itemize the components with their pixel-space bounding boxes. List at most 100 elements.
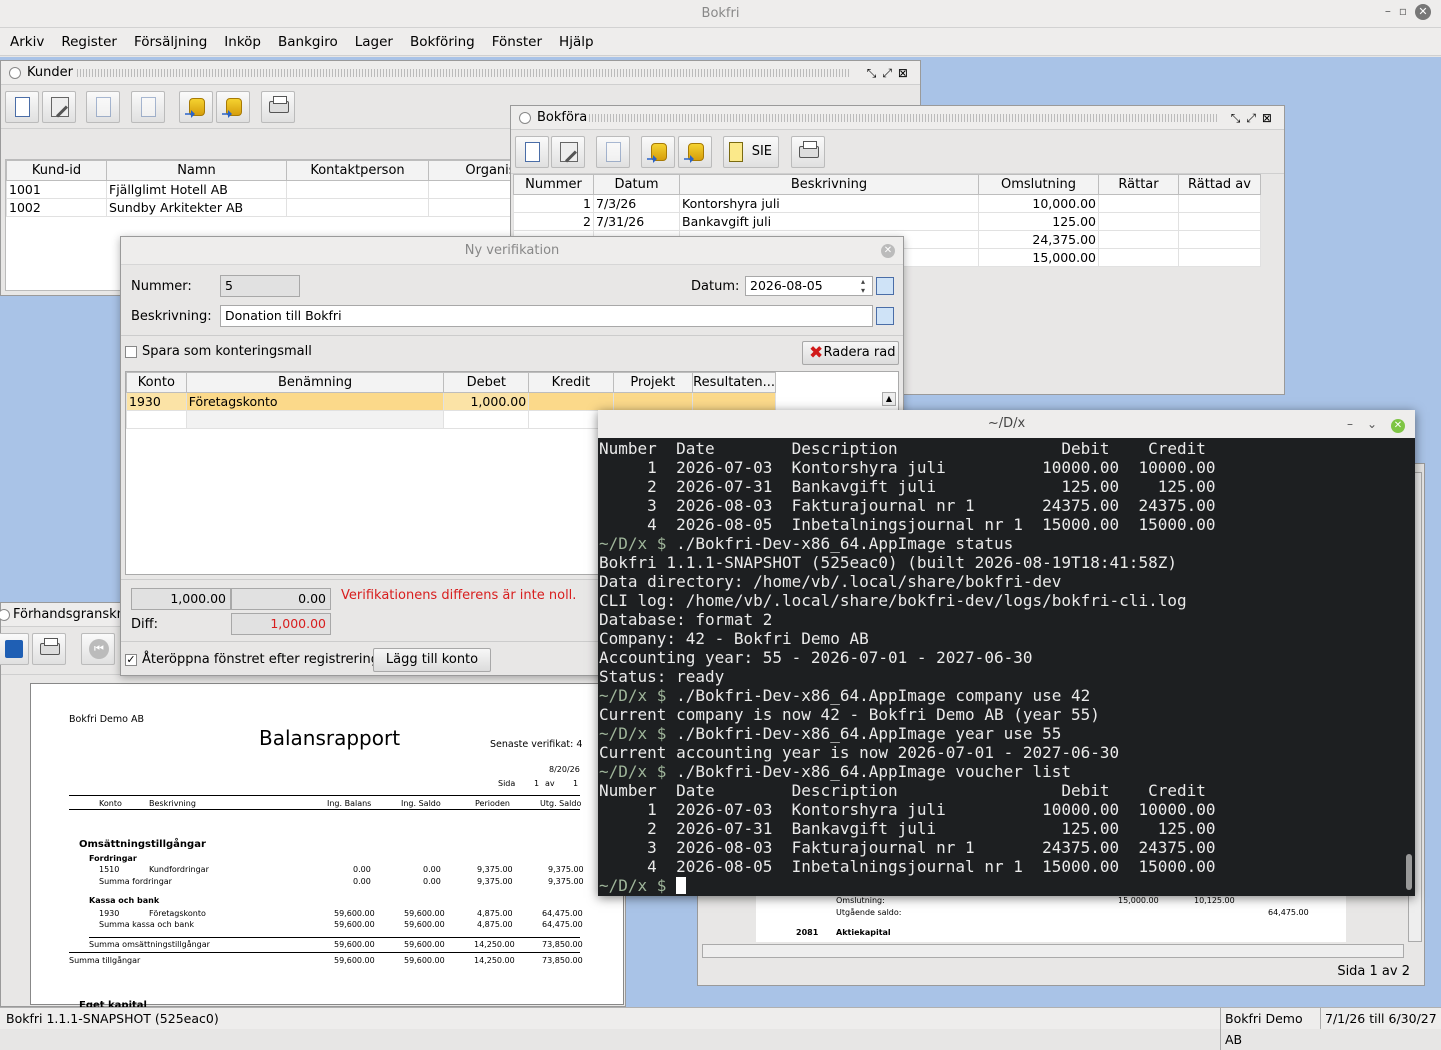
- cell[interactable]: 1930: [126, 392, 187, 411]
- lagg-till-konto-button[interactable]: Lägg till konto: [373, 648, 491, 672]
- col-rattad-av[interactable]: Rättad av: [1178, 174, 1261, 195]
- col-kredit[interactable]: Kredit: [528, 372, 614, 393]
- table-row[interactable]: 1002 Sundby Arkitekter AB: [6, 198, 566, 217]
- table-row[interactable]: 1930 Företagskonto 1,000.00: [126, 392, 776, 411]
- delete-button[interactable]: [131, 91, 165, 123]
- print-button[interactable]: [261, 91, 295, 123]
- col-datum[interactable]: Datum: [593, 174, 680, 195]
- menu-bankgiro[interactable]: Bankgiro: [268, 28, 338, 56]
- table-row[interactable]: 2 7/31/26 Bankavgift juli 125.00: [513, 212, 1261, 231]
- table-row[interactable]: 1 7/3/26 Kontorshyra juli 10,000.00: [513, 194, 1261, 213]
- window-radio-icon[interactable]: [9, 67, 21, 79]
- menu-forsaljning[interactable]: Försäljning: [124, 28, 207, 56]
- sie-button[interactable]: SIE: [723, 136, 779, 168]
- menu-register[interactable]: Register: [51, 28, 117, 56]
- col-omslutning[interactable]: Omslutning: [978, 174, 1099, 195]
- cell[interactable]: 15,000.00: [978, 248, 1099, 267]
- close-icon[interactable]: ✕: [881, 244, 895, 258]
- cell[interactable]: [126, 410, 187, 429]
- cell[interactable]: Bankavgift juli: [679, 212, 979, 231]
- radera-rad-button[interactable]: ✖ Radera rad: [802, 341, 899, 365]
- copy-button[interactable]: [86, 91, 120, 123]
- cell[interactable]: 2: [513, 212, 594, 231]
- cell[interactable]: [286, 198, 429, 217]
- export-button[interactable]: [678, 136, 712, 168]
- col-konto[interactable]: Konto: [126, 372, 187, 393]
- cell[interactable]: [1178, 230, 1261, 249]
- menu-lager[interactable]: Lager: [345, 28, 393, 56]
- maximize-icon[interactable]: ▫: [1399, 4, 1415, 18]
- terminal-controls[interactable]: –⌄ ✕: [1347, 410, 1405, 438]
- cell[interactable]: 1001: [6, 180, 107, 199]
- reopen-checkbox[interactable]: ✓: [125, 654, 137, 666]
- spara-checkbox[interactable]: [125, 346, 137, 358]
- cell[interactable]: 10,000.00: [978, 194, 1099, 213]
- print-button[interactable]: [791, 136, 825, 168]
- cell[interactable]: 24,375.00: [978, 230, 1099, 249]
- col-beskrivning[interactable]: Beskrivning: [679, 174, 979, 195]
- cell[interactable]: [1178, 194, 1261, 213]
- col-debet[interactable]: Debet: [443, 372, 530, 393]
- internal-window-controls[interactable]: ⤡⤢⊠: [1231, 106, 1278, 130]
- dialog-titlebar[interactable]: Ny verifikation ✕: [121, 237, 903, 265]
- edit-button[interactable]: [42, 91, 76, 123]
- terminal-titlebar[interactable]: ~/D/x –⌄ ✕: [598, 410, 1415, 438]
- export-button[interactable]: [216, 91, 250, 123]
- cell[interactable]: Sundby Arkitekter AB: [106, 198, 287, 217]
- cell[interactable]: [1098, 248, 1179, 267]
- new-button[interactable]: [5, 91, 39, 123]
- menu-fonster[interactable]: Fönster: [482, 28, 542, 56]
- cell[interactable]: 125.00: [978, 212, 1099, 231]
- col-kontaktperson[interactable]: Kontaktperson: [286, 160, 429, 181]
- cell[interactable]: 1002: [6, 198, 107, 217]
- cell[interactable]: [443, 410, 530, 429]
- cell[interactable]: [528, 392, 614, 411]
- calendar-icon[interactable]: [876, 277, 894, 295]
- menu-bokforing[interactable]: Bokföring: [400, 28, 475, 56]
- cell[interactable]: [1178, 212, 1261, 231]
- col-kund-id[interactable]: Kund-id: [6, 160, 107, 181]
- col-namn[interactable]: Namn: [106, 160, 287, 181]
- scroll-up-icon[interactable]: ▲: [882, 392, 896, 406]
- cell[interactable]: Fjällglimt Hotell AB: [106, 180, 287, 199]
- cell[interactable]: [612, 392, 694, 411]
- menu-hjalp[interactable]: Hjälp: [549, 28, 594, 56]
- terminal-input-line[interactable]: ~/D/x $: [599, 876, 1415, 895]
- datum-field[interactable]: 2026-08-05: [745, 276, 873, 296]
- bokfora-titlebar[interactable]: Bokföra ⤡⤢⊠: [511, 106, 1284, 130]
- minimize-icon[interactable]: –: [1385, 4, 1399, 18]
- cell[interactable]: 7/3/26: [593, 194, 680, 213]
- close-icon[interactable]: ✕: [1415, 4, 1431, 20]
- cell[interactable]: [692, 392, 776, 411]
- menu-arkiv[interactable]: Arkiv: [0, 28, 44, 56]
- cell[interactable]: [1178, 248, 1261, 267]
- cell[interactable]: [185, 410, 445, 429]
- new-button[interactable]: [515, 136, 549, 168]
- col-nummer[interactable]: Nummer: [513, 174, 594, 195]
- cell[interactable]: Kontorshyra juli: [679, 194, 979, 213]
- table-row[interactable]: 1001 Fjällglimt Hotell AB: [6, 180, 566, 199]
- print-button[interactable]: [32, 633, 66, 665]
- import-button[interactable]: [641, 136, 675, 168]
- cell[interactable]: 1: [513, 194, 594, 213]
- terminal-scrollbar[interactable]: [1406, 854, 1412, 890]
- cell[interactable]: [1098, 212, 1179, 231]
- window-radio-icon[interactable]: [519, 112, 531, 124]
- menu-inkop[interactable]: Inköp: [214, 28, 261, 56]
- kunder-titlebar[interactable]: Kunder ⤡⤢⊠: [1, 61, 920, 85]
- import-button[interactable]: [179, 91, 213, 123]
- cell[interactable]: 1,000.00: [443, 392, 530, 411]
- first-page-button[interactable]: ⏮: [81, 633, 115, 665]
- internal-window-controls[interactable]: ⤡⤢⊠: [867, 61, 914, 85]
- col-rattar[interactable]: Rättar: [1098, 174, 1179, 195]
- cell[interactable]: [1098, 230, 1179, 249]
- terminal-output[interactable]: Number Date Description Debit Credit 1 2…: [598, 438, 1415, 895]
- window-radio-icon[interactable]: [0, 609, 10, 621]
- view-button[interactable]: [596, 136, 630, 168]
- horizontal-scrollbar[interactable]: [702, 944, 1404, 958]
- edit-button[interactable]: [551, 136, 585, 168]
- cell[interactable]: 7/31/26: [593, 212, 680, 231]
- beskrivning-field[interactable]: Donation till Bokfri: [220, 305, 873, 327]
- cell[interactable]: [286, 180, 429, 199]
- col-benamning[interactable]: Benämning: [185, 372, 445, 393]
